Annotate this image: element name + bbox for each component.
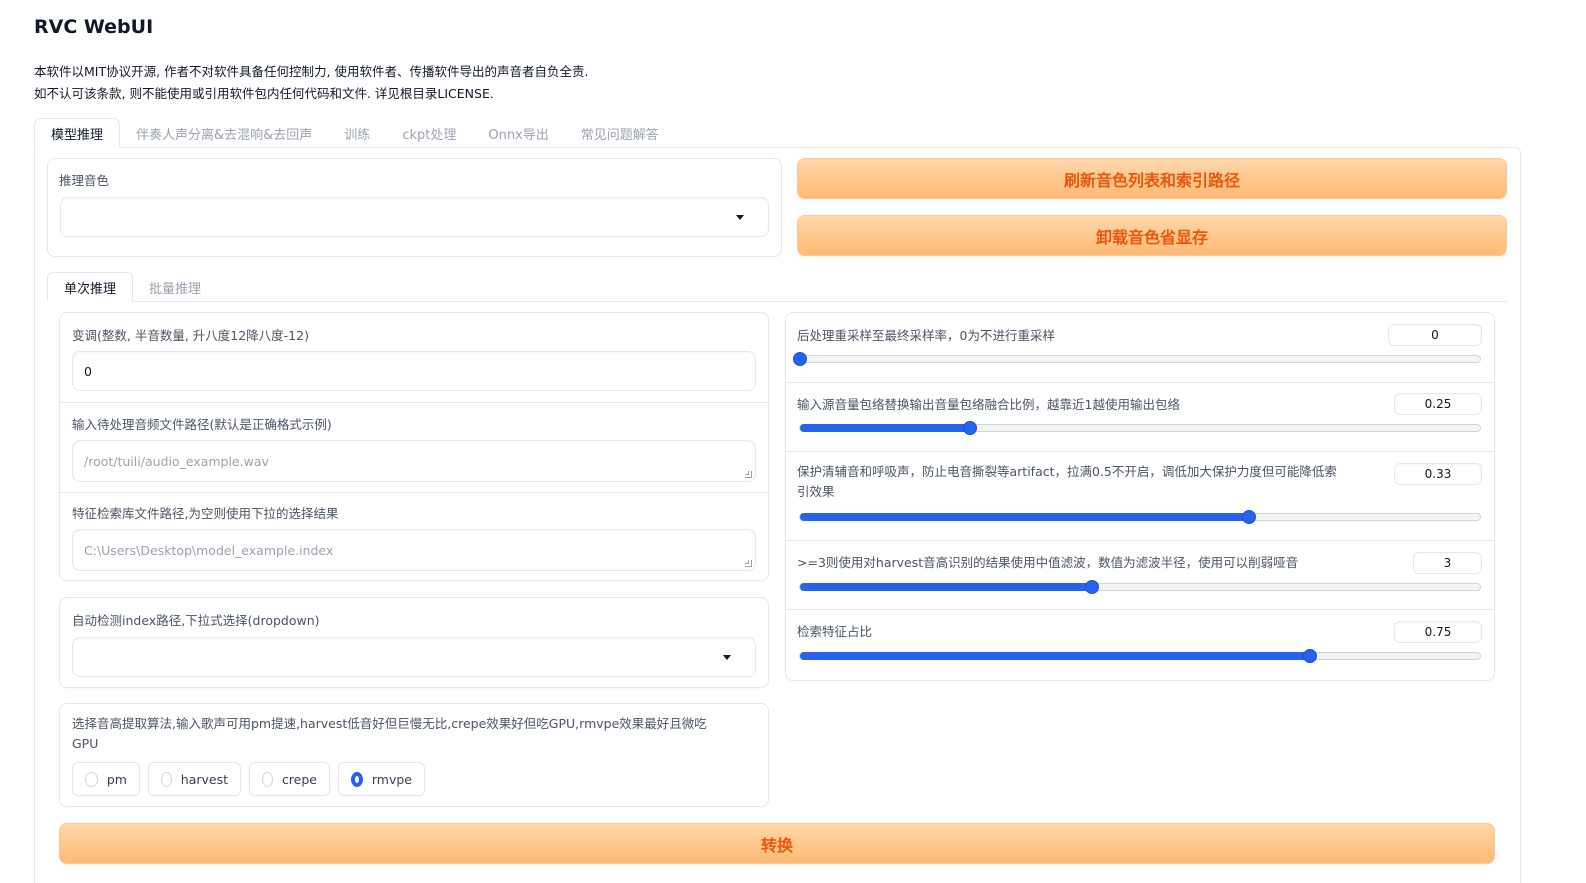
f0-method-label: 选择音高提取算法,输入歌声可用pm提速,harvest低音好但巨慢无比,crep…	[72, 714, 762, 754]
f0-option-pm[interactable]: pm	[72, 762, 140, 796]
auto-index-dropdown[interactable]	[72, 637, 756, 677]
filter-radius-label: >=3则使用对harvest音高识别的结果使用中值滤波，数值为滤波半径，使用可以…	[797, 555, 1299, 570]
tab-faq[interactable]: 常见问题解答	[565, 118, 675, 148]
tab-vocal-separation[interactable]: 伴奏人声分离&去混响&去回声	[120, 118, 328, 148]
auto-index-label: 自动检测index路径,下拉式选择(dropdown)	[72, 613, 320, 628]
protect-value-input[interactable]: 0.33	[1394, 463, 1482, 485]
resample-label: 后处理重采样至最终采样率，0为不进行重采样	[797, 328, 1055, 343]
index-path-label: 特征检索库文件路径,为空则使用下拉的选择结果	[72, 506, 339, 521]
slider-fill	[800, 652, 1310, 660]
protect-slider[interactable]	[799, 510, 1481, 524]
voice-selector-box: 推理音色	[47, 158, 782, 257]
convert-button[interactable]: 转换	[59, 823, 1495, 864]
resize-handle-icon[interactable]	[745, 471, 752, 478]
rms-mix-slider[interactable]	[799, 421, 1481, 435]
license-line-2: 如不认可该条款, 则不能使用或引用软件包内任何代码和文件. 详见根目录LICEN…	[34, 86, 494, 101]
f0-option-harvest[interactable]: harvest	[148, 762, 241, 796]
radio-icon	[85, 771, 98, 787]
index-rate-label: 检索特征占比	[797, 624, 873, 639]
unload-voice-button[interactable]: 卸载音色省显存	[797, 215, 1507, 256]
divider	[60, 402, 768, 403]
resample-value-input[interactable]: 0	[1388, 324, 1482, 346]
index-path-input[interactable]: C:\Users\Desktop\model_example.index	[72, 529, 756, 571]
slider-thumb[interactable]	[1303, 649, 1317, 663]
audio-path-placeholder: /root/tuili/audio_example.wav	[84, 453, 269, 469]
protect-label-line-1: 保护清辅音和呼吸声，防止电音撕裂等artifact，拉满0.5不开启，调低加大保…	[797, 464, 1337, 479]
slider-thumb[interactable]	[1241, 510, 1256, 524]
protect-label: 保护清辅音和呼吸声，防止电音撕裂等artifact，拉满0.5不开启，调低加大保…	[797, 462, 1387, 502]
slider-thumb[interactable]	[793, 352, 807, 366]
f0-option-label: harvest	[180, 771, 228, 787]
divider	[786, 451, 1494, 452]
f0-option-label: rmvpe	[371, 771, 412, 787]
license-line-1: 本软件以MIT协议开源, 作者不对软件具备任何控制力, 使用软件者、传播软件导出…	[34, 64, 589, 79]
f0-option-label: crepe	[281, 771, 317, 787]
slider-fill	[800, 424, 970, 432]
resample-slider[interactable]	[793, 352, 1481, 366]
pitch-input[interactable]: 0	[72, 351, 756, 391]
radio-icon	[262, 771, 273, 787]
f0-method-label-line-1: 选择音高提取算法,输入歌声可用pm提速,harvest低音好但巨慢无比,crep…	[72, 716, 707, 731]
voice-label: 推理音色	[59, 173, 110, 188]
main-tab-bar: 模型推理 伴奏人声分离&去混响&去回声 训练 ckpt处理 Onnx导出 常见问…	[34, 118, 1520, 148]
chevron-down-icon	[723, 655, 731, 660]
divider	[786, 382, 1494, 383]
filter-radius-slider[interactable]	[799, 580, 1481, 594]
sub-tab-divider	[47, 301, 1507, 302]
audio-path-label: 输入待处理音频文件路径(默认是正确格式示例)	[72, 417, 332, 432]
index-rate-slider[interactable]	[799, 649, 1481, 663]
f0-option-crepe[interactable]: crepe	[249, 762, 330, 796]
voice-dropdown[interactable]	[60, 197, 769, 237]
tab-onnx-export[interactable]: Onnx导出	[472, 118, 564, 148]
index-path-placeholder: C:\Users\Desktop\model_example.index	[84, 542, 334, 558]
refresh-voices-button[interactable]: 刷新音色列表和索引路径	[797, 158, 1507, 199]
auto-index-box: 自动检测index路径,下拉式选择(dropdown)	[59, 597, 769, 688]
slider-group-box: 后处理重采样至最终采样率，0为不进行重采样 0 输入源音量包络替换输出音量包络融…	[785, 312, 1495, 681]
f0-option-rmvpe[interactable]: rmvpe	[338, 762, 425, 796]
divider	[786, 540, 1494, 541]
slider-thumb[interactable]	[963, 421, 977, 435]
radio-checked-icon	[351, 771, 363, 787]
tab-ckpt[interactable]: ckpt处理	[386, 118, 472, 148]
rms-mix-value-input[interactable]: 0.25	[1394, 393, 1482, 415]
input-group-box: 变调(整数, 半音数量, 升八度12降八度-12) 0 输入待处理音频文件路径(…	[59, 312, 769, 581]
chevron-down-icon	[736, 215, 744, 220]
license-notice: 本软件以MIT协议开源, 作者不对软件具备任何控制力, 使用软件者、传播软件导出…	[34, 61, 588, 105]
slider-thumb[interactable]	[1085, 580, 1100, 594]
filter-radius-value-input[interactable]: 3	[1413, 552, 1482, 574]
tab-train[interactable]: 训练	[328, 118, 386, 148]
audio-path-input[interactable]: /root/tuili/audio_example.wav	[72, 440, 756, 482]
rms-mix-label: 输入源音量包络替换输出音量包络融合比例，越靠近1越使用输出包络	[797, 397, 1180, 412]
sub-tab-bar: 单次推理 批量推理	[47, 272, 217, 302]
f0-method-label-line-2: GPU	[72, 736, 99, 751]
app-title: RVC WebUI	[34, 16, 154, 38]
tab-single-inference[interactable]: 单次推理	[47, 272, 134, 302]
tab-batch-inference[interactable]: 批量推理	[133, 272, 217, 302]
radio-icon	[161, 771, 172, 787]
slider-fill	[800, 583, 1093, 591]
protect-label-line-2: 引效果	[797, 484, 835, 499]
divider	[786, 609, 1494, 610]
divider	[60, 492, 768, 493]
f0-option-label: pm	[106, 771, 127, 787]
slider-fill	[800, 513, 1249, 521]
resize-handle-icon[interactable]	[745, 560, 752, 567]
tab-model-inference[interactable]: 模型推理	[34, 118, 121, 148]
index-rate-value-input[interactable]: 0.75	[1394, 621, 1482, 643]
pitch-label: 变调(整数, 半音数量, 升八度12降八度-12)	[72, 328, 309, 343]
